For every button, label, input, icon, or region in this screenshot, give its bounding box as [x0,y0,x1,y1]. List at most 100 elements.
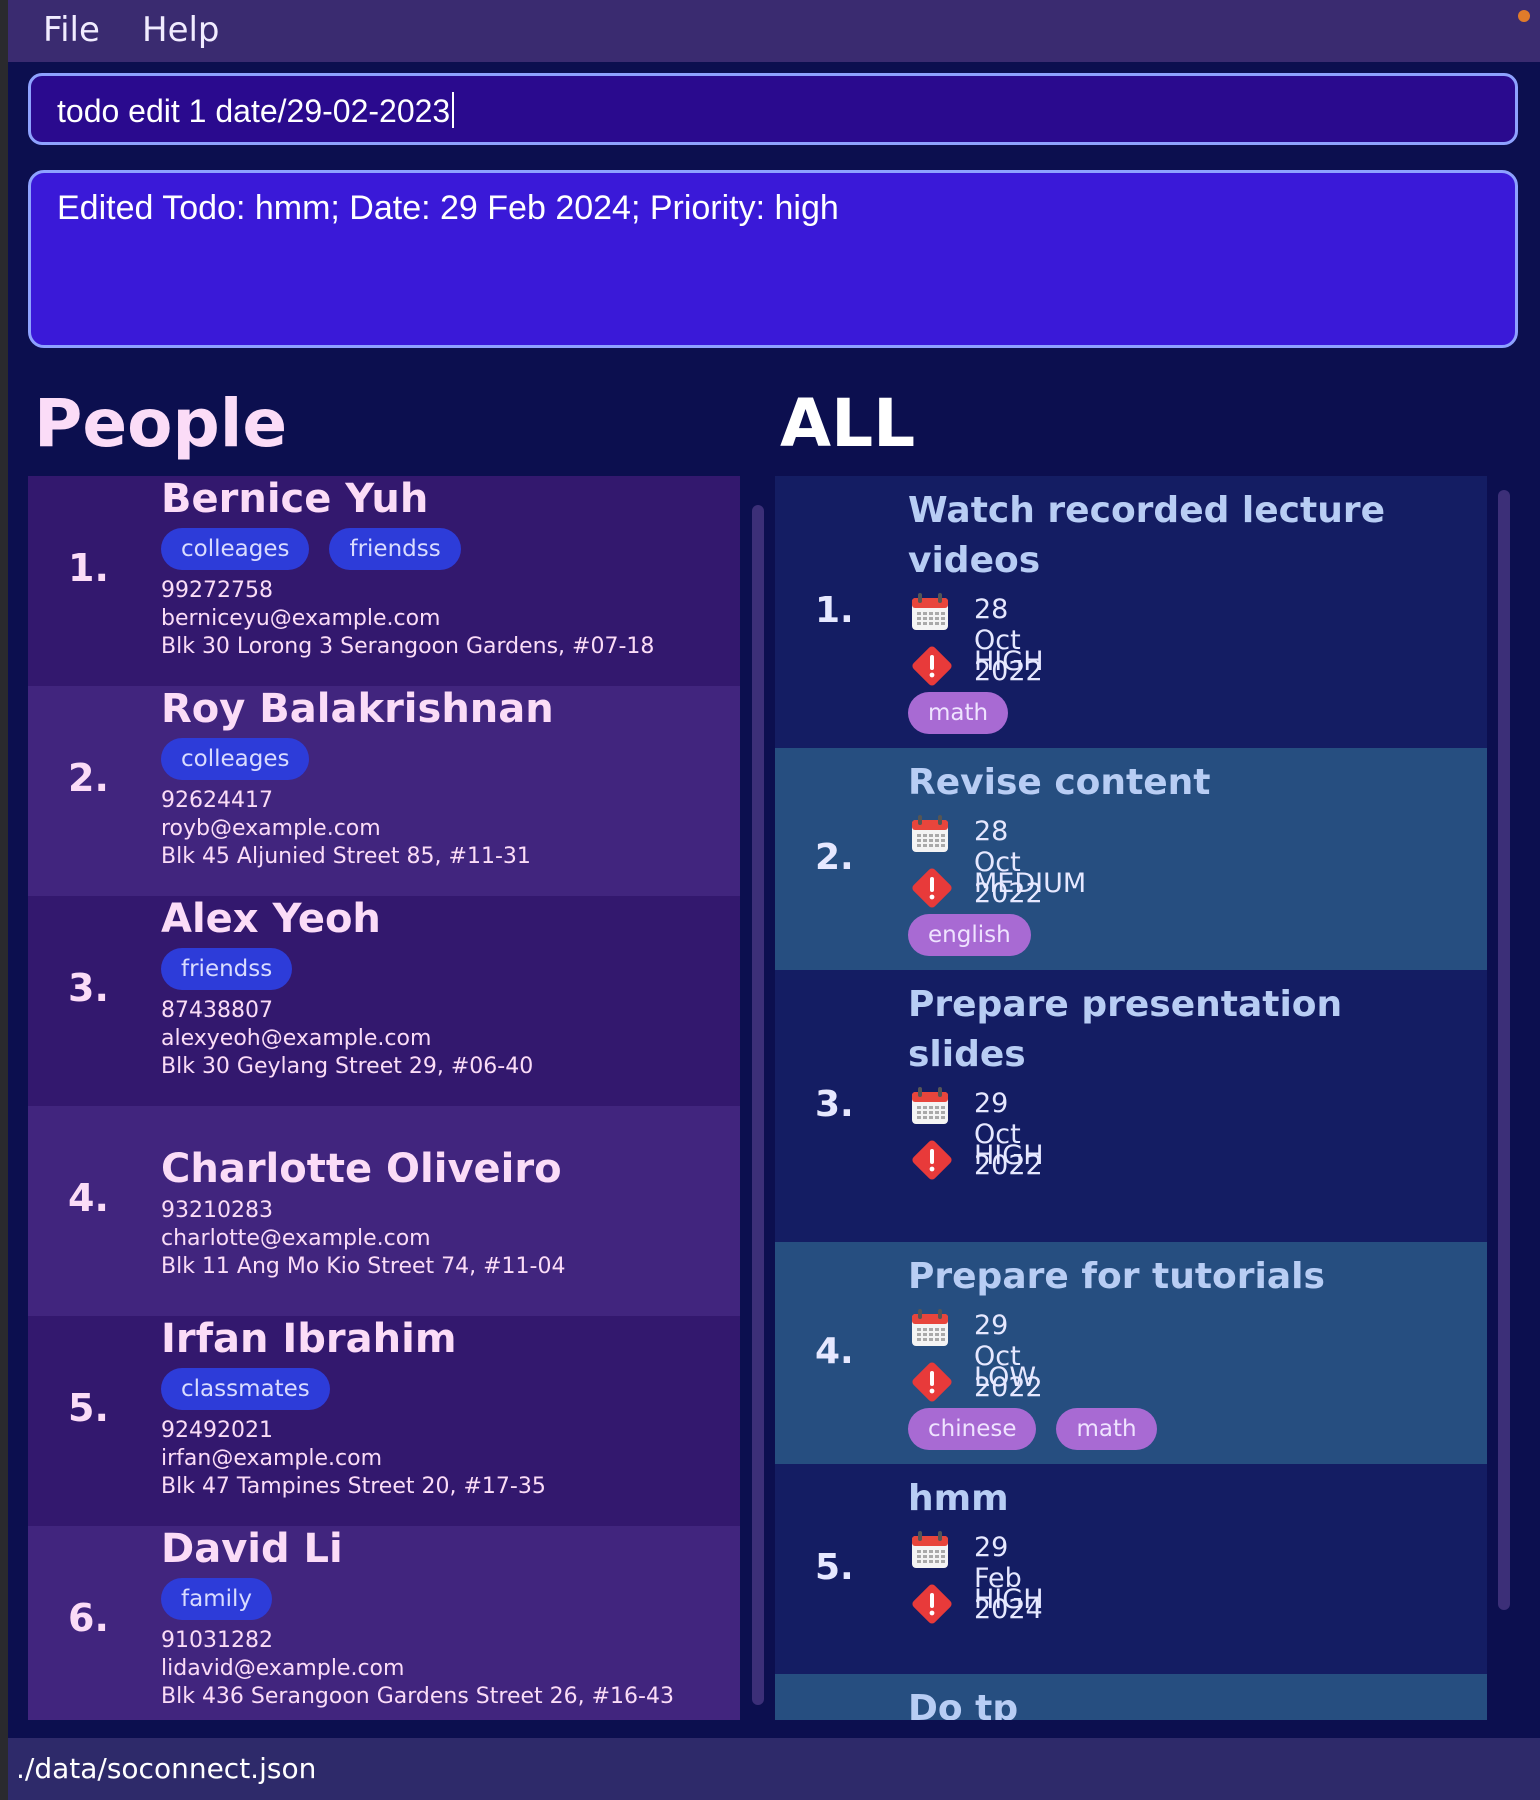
todo-card[interactable]: Watch recorded lecture videos 28 Oct 2022… [775,476,1487,748]
todo-card[interactable]: hmm 29 Feb 2024 HIGH 5. [775,1464,1487,1674]
person-index: 2. [68,756,109,800]
result-display: Edited Todo: hmm; Date: 29 Feb 2024; Pri… [28,170,1518,348]
todo-list[interactable]: Watch recorded lecture videos 28 Oct 2022… [775,476,1487,1720]
calendar-icon [908,1528,952,1576]
person-tag: classmates [161,1368,330,1410]
priority-warning-icon [908,1580,956,1632]
todo-card[interactable]: Prepare presentation slides 29 Oct 2022 HI… [775,970,1487,1242]
person-tags: friendss [161,948,312,992]
person-index: 3. [68,966,109,1010]
priority-warning-icon [908,1358,956,1410]
menu-file[interactable]: File [43,10,100,50]
person-name: Charlotte Oliveiro [161,1146,562,1192]
priority-warning-icon [908,864,956,916]
calendar-icon [908,1084,952,1132]
person-tag: family [161,1578,272,1620]
person-card[interactable]: 1. Bernice Yuh colleages friendss 99272758 be… [28,476,740,686]
menu-bar: File Help [8,0,1540,62]
person-address: Blk 11 Ang Mo Kio Street 74, #11-04 [161,1254,566,1279]
notification-dot-icon [1518,10,1530,22]
todo-index: 4. [815,1331,854,1372]
todo-priority: HIGH [974,1140,1044,1171]
person-index: 6. [68,1596,109,1640]
todo-index: 1. [815,590,854,631]
calendar-icon [908,1306,952,1354]
todo-card[interactable]: Do tp29 Apr 20246. [775,1674,1487,1720]
person-phone: 91031282 [161,1628,273,1653]
todo-title: Watch recorded lecture videos [908,490,1386,581]
calendar-icon [908,812,952,860]
person-phone: 99272758 [161,578,273,603]
person-tags: colleages friendss [161,528,481,572]
person-index: 1. [68,546,109,590]
people-scrollbar[interactable] [752,505,764,1705]
person-address: Blk 47 Tampines Street 20, #17-35 [161,1474,546,1499]
todo-heading: ALL [780,385,916,462]
person-card[interactable]: 3. Alex Yeoh friendss 87438807 alexyeoh@exam… [28,896,740,1106]
person-card[interactable]: 2. Roy Balakrishnan colleages 92624417 royb@… [28,686,740,896]
person-card[interactable]: 5. Irfan Ibrahim classmates 92492021 irfan@e… [28,1316,740,1526]
todo-priority: HIGH [974,646,1044,677]
person-email: royb@example.com [161,816,381,841]
data-file-path: ./data/soconnect.json [16,1752,317,1785]
person-tag: friendss [329,528,461,570]
todo-index: 5. [815,1547,854,1588]
result-text: Edited Todo: hmm; Date: 29 Feb 2024; Pri… [57,189,839,227]
person-phone: 92624417 [161,788,273,813]
person-phone: 87438807 [161,998,273,1023]
todo-card[interactable]: Prepare for tutorials 29 Oct 2022 LOW chine… [775,1242,1487,1464]
people-list[interactable]: 1. Bernice Yuh colleages friendss 99272758 be… [28,476,740,1720]
person-phone: 92492021 [161,1418,273,1443]
person-card[interactable]: 4. Charlotte Oliveiro 93210283 charlotte@ex… [28,1106,740,1316]
person-tags: classmates [161,1368,350,1412]
todo-priority: LOW [974,1362,1037,1393]
person-address: Blk 30 Geylang Street 29, #06-40 [161,1054,534,1079]
todo-tags: chinese math [908,1408,1177,1452]
person-email: lidavid@example.com [161,1656,405,1681]
person-email: alexyeoh@example.com [161,1026,432,1051]
command-input-box[interactable]: todo edit 1 date/29-02-2023 [28,73,1518,145]
text-caret [452,92,455,128]
person-index: 5. [68,1386,109,1430]
person-email: irfan@example.com [161,1446,382,1471]
person-name: Alex Yeoh [161,896,381,942]
todo-title: hmm [908,1478,1009,1519]
person-address: Blk 436 Serangoon Gardens Street 26, #16… [161,1684,674,1709]
todo-index: 2. [815,837,854,878]
priority-warning-icon [908,1136,956,1188]
person-tags: colleages [161,738,329,782]
todo-tag: math [908,692,1009,734]
person-email: charlotte@example.com [161,1226,431,1251]
person-tags: family [161,1578,292,1622]
priority-warning-icon [908,642,956,694]
person-index: 4. [68,1176,109,1220]
todo-title: Do tp [908,1688,1019,1720]
todo-tag: chinese [908,1408,1037,1450]
todo-tags: english [908,914,1051,958]
todo-index: 3. [815,1084,854,1125]
todo-card[interactable]: Revise content 28 Oct 2022 MEDIUM english 2. [775,748,1487,970]
person-address: Blk 30 Lorong 3 Serangoon Gardens, #07-1… [161,634,655,659]
person-name: Irfan Ibrahim [161,1316,457,1362]
people-heading: People [34,385,288,462]
todo-priority: HIGH [974,1584,1044,1615]
person-name: Bernice Yuh [161,476,429,522]
person-email: berniceyu@example.com [161,606,441,631]
todo-title: Prepare presentation slides [908,984,1343,1075]
calendar-icon [908,590,952,638]
person-tag: colleages [161,528,310,570]
todo-priority: MEDIUM [974,868,1087,899]
todo-title: Revise content [908,762,1211,803]
command-text: todo edit 1 date/29-02-2023 [57,93,451,129]
todo-tag: math [1056,1408,1157,1450]
menu-help[interactable]: Help [142,10,220,50]
person-tag: friendss [161,948,293,990]
person-card[interactable]: 6. David Li family 91031282 lidavid@example.… [28,1526,740,1720]
todo-title: Prepare for tutorials [908,1256,1325,1297]
person-name: Roy Balakrishnan [161,686,554,732]
todo-scrollbar[interactable] [1498,490,1510,1610]
person-address: Blk 45 Aljunied Street 85, #11-31 [161,844,531,869]
todo-tags: math [908,692,1028,736]
command-input[interactable]: todo edit 1 date/29-02-2023 [57,92,455,130]
window-edge [0,0,8,1800]
